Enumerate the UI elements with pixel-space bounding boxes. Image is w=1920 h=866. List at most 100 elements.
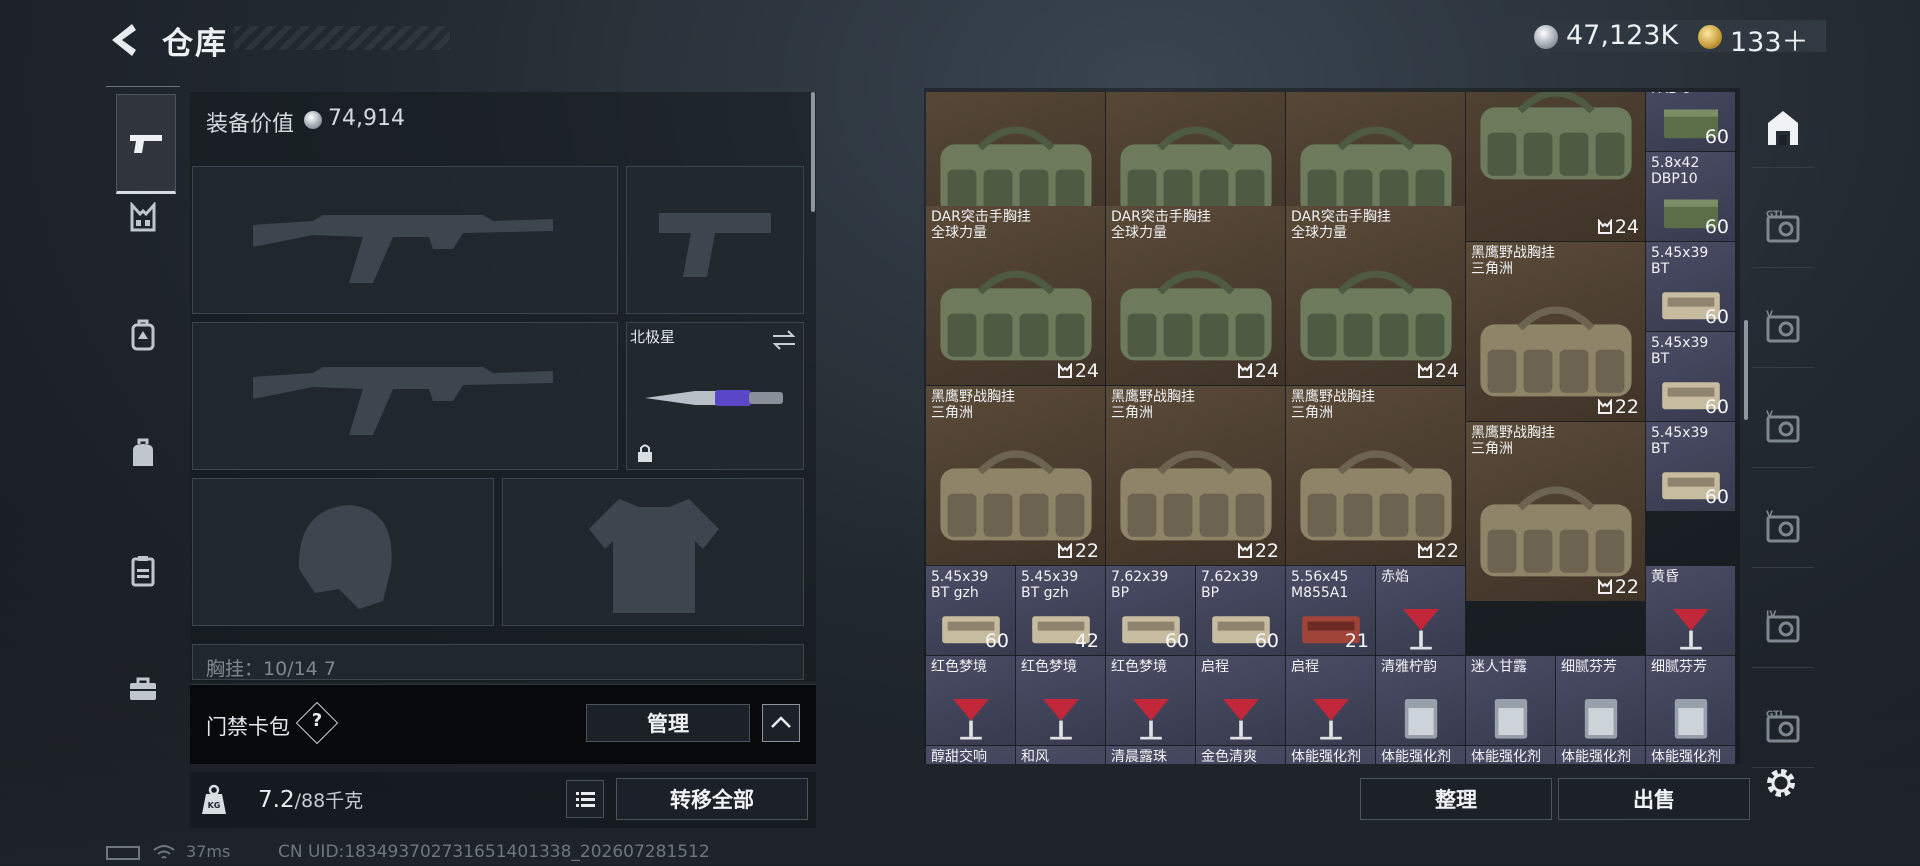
transfer-all-button[interactable]: 转移全部 (616, 778, 808, 820)
helmet-slot[interactable] (192, 478, 494, 626)
inventory-item[interactable]: 细腻芬芳 (1646, 656, 1736, 746)
item-name: DAR突击手胸挂 (1291, 209, 1391, 225)
inventory-item[interactable]: 醇甜交响 (926, 746, 1016, 764)
premium-currency-amount[interactable]: 133＋ (1730, 20, 1809, 59)
inventory-item[interactable]: 7.62x39 BP 60 (1106, 566, 1196, 656)
capacity-badge-icon (1418, 543, 1432, 558)
capacity-badge-icon (1058, 543, 1072, 558)
category-backpack[interactable] (114, 306, 172, 364)
inventory-item[interactable]: 清雅柠韵 (1376, 656, 1466, 746)
inventory-item[interactable]: 5.45x39 BT 60 (1646, 242, 1736, 332)
item-name: 黑鹰野战胸挂 (1471, 245, 1555, 261)
item-name: 5.45x39 (1651, 335, 1709, 351)
medkit-icon (131, 556, 155, 587)
inventory-item[interactable]: 5.45x39 BT gzh 60 (926, 566, 1016, 656)
inventory-item[interactable]: 黑鹰野战胸挂 三角洲 22 (1466, 422, 1646, 602)
inventory-item[interactable]: 5.45x39 BT 60 (1646, 332, 1736, 422)
inventory-item[interactable]: 和风 (1016, 746, 1106, 764)
title-decoration (234, 26, 450, 50)
vault-v-icon: V (1766, 510, 1800, 542)
primary-weapon-slot[interactable] (192, 166, 618, 314)
storage-tab-5[interactable]: V (1752, 488, 1814, 568)
page-title: 仓库 (162, 26, 228, 62)
storage-tab-3[interactable]: V (1752, 288, 1814, 368)
storage-tab-2[interactable]: GTI (1752, 188, 1814, 268)
storage-tab-1[interactable] (1752, 88, 1814, 168)
storage-tab-4[interactable]: V (1752, 388, 1814, 468)
armor-slot[interactable] (502, 478, 804, 626)
inventory-item[interactable]: 体能强化剂 (1286, 746, 1376, 764)
item-name: 5.45x39 (931, 569, 989, 585)
item-name: 5.45x39 (1021, 569, 1079, 585)
inventory-item[interactable]: 迷人甘露 (1466, 656, 1556, 746)
inventory-item[interactable]: DAR突击手胸挂全球力量24 (1466, 92, 1646, 242)
wifi-icon (152, 844, 176, 866)
inventory-item[interactable]: 黄昏 (1646, 566, 1736, 656)
sell-button[interactable]: 出售 (1558, 778, 1750, 820)
item-name: 体能强化剂 (1651, 749, 1721, 764)
item-count: 60 (1704, 216, 1729, 238)
inventory-item[interactable]: 体能强化剂 (1556, 746, 1646, 764)
item-subname: BP (1201, 585, 1220, 601)
inventory-item[interactable]: 启程 (1286, 656, 1376, 746)
inventory-scrollbar[interactable] (1744, 320, 1748, 420)
list-view-button[interactable] (566, 780, 604, 818)
settings-button[interactable] (1762, 764, 1800, 802)
rifle-silhouette-icon (253, 215, 553, 283)
currency-amount: 47,123K (1566, 20, 1679, 51)
storage-tab-6[interactable]: IV (1752, 588, 1814, 668)
capacity-badge-icon (1238, 363, 1252, 378)
item-count: 22 (1074, 540, 1099, 562)
inventory-item[interactable]: 启程 (1196, 656, 1286, 746)
inventory-item[interactable]: 9x39PAB-960 (1646, 92, 1736, 152)
inventory-item[interactable]: 5.56x45 M855A1 21 (1286, 566, 1376, 656)
inventory-item[interactable]: 体能强化剂 (1646, 746, 1736, 764)
ping-value: 37ms (186, 842, 231, 861)
svg-text:V: V (1766, 510, 1773, 520)
manage-button[interactable]: 管理 (586, 704, 750, 742)
inventory-item[interactable]: 红色梦境 (1016, 656, 1106, 746)
inventory-item[interactable]: 细腻芬芳 (1556, 656, 1646, 746)
category-bag[interactable] (114, 424, 172, 482)
inventory-item[interactable]: 体能强化剂 (1376, 746, 1466, 764)
inventory-item[interactable]: 5.8x42 DBP10 60 (1646, 152, 1736, 242)
melee-name: 北极星 (630, 328, 676, 346)
inventory-item[interactable]: 红色梦境 (926, 656, 1016, 746)
category-chest-rig[interactable] (114, 188, 172, 246)
inventory-item[interactable]: 5.45x39 BT gzh 42 (1016, 566, 1106, 656)
inventory-item[interactable]: 清晨露珠 (1106, 746, 1196, 764)
inventory-item[interactable]: 7.62x39 BP 60 (1196, 566, 1286, 656)
capacity-badge-icon (1238, 543, 1252, 558)
vault-v-icon: V (1766, 310, 1800, 342)
sort-button[interactable]: 整理 (1360, 778, 1552, 820)
back-button[interactable] (106, 22, 144, 58)
item-subname: 全球力量 (931, 225, 987, 241)
inventory-item[interactable]: 5.45x39 BT 60 (1646, 422, 1736, 512)
item-name: 红色梦境 (1021, 659, 1077, 675)
collapse-button[interactable] (762, 704, 800, 742)
storage-tab-7[interactable]: GTI (1752, 688, 1814, 768)
secondary-weapon-slot[interactable] (626, 166, 804, 314)
category-medical[interactable] (114, 542, 172, 600)
inventory-item[interactable]: 黑鹰野战胸挂 三角洲 22 (1466, 242, 1646, 422)
inventory-item[interactable]: DAR突击手胸挂全球力量24 (1106, 206, 1286, 386)
inventory-item[interactable]: DAR突击手胸挂全球力量24 (926, 206, 1106, 386)
item-name: 黑鹰野战胸挂 (1291, 389, 1375, 405)
inventory-item[interactable]: 金色清爽 (1196, 746, 1286, 764)
category-tools[interactable] (114, 660, 172, 718)
inventory-item[interactable]: 红色梦境 (1106, 656, 1196, 746)
inventory-item[interactable]: 黑鹰野战胸挂 三角洲 22 (1106, 386, 1286, 566)
swap-icon[interactable] (771, 329, 797, 351)
inventory-item[interactable]: 体能强化剂 (1466, 746, 1556, 764)
item-count: 60 (1254, 630, 1279, 652)
inventory-item[interactable]: 黑鹰野战胸挂 三角洲 22 (1286, 386, 1466, 566)
item-subname: BT gzh (931, 585, 979, 601)
backup-weapon-slot[interactable] (192, 322, 618, 470)
inventory-item[interactable]: 黑鹰野战胸挂 三角洲 22 (926, 386, 1106, 566)
loadout-scrollbar[interactable] (811, 92, 815, 212)
inventory-item[interactable]: DAR突击手胸挂全球力量24 (1286, 206, 1466, 386)
inventory-item[interactable]: 赤焰 (1376, 566, 1466, 656)
category-weapons[interactable] (116, 94, 176, 194)
knife-icon (645, 390, 783, 406)
user-uid: CN UID:183493702731651401338_20260728151… (278, 842, 710, 862)
